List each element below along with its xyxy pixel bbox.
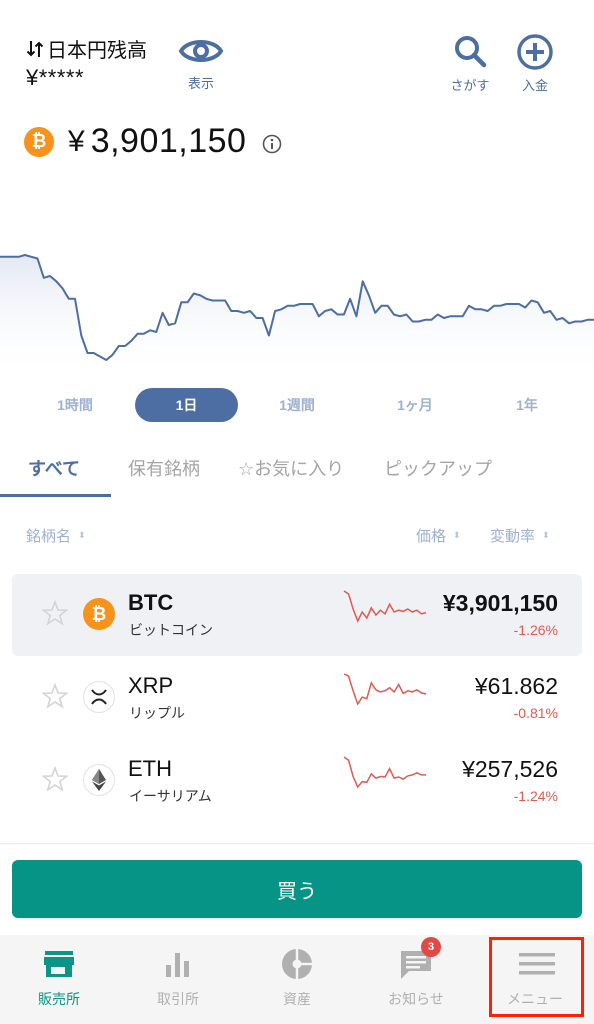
shop-icon (42, 947, 76, 981)
chart-area-fill (0, 255, 594, 380)
tab-favorites[interactable]: ☆お気に入り (238, 455, 344, 481)
nav-label: 販売所 (38, 991, 80, 1007)
asset-row-xrp[interactable]: XRP リップル ¥61.862 -0.81% (12, 657, 582, 739)
balance-label: 日本円残高 (47, 40, 147, 62)
balance-value: ¥***** (26, 65, 85, 90)
nav-label: メニュー (507, 991, 563, 1007)
column-name-label: 銘柄名 (26, 528, 72, 545)
column-price-label: 価格 (416, 528, 447, 545)
plus-circle-icon (517, 34, 553, 70)
bottom-navigation: 販売所 取引所 資産 3 お知らせ メニュー (0, 935, 594, 1024)
tab-pickup[interactable]: ピックアップ (384, 455, 492, 481)
asset-name: リップル (129, 705, 185, 721)
jpy-balance: 日本円残高 ¥***** (26, 34, 147, 91)
search-icon (455, 36, 487, 68)
sort-icon: ⬍ (453, 530, 461, 540)
xrp-icon (83, 681, 115, 713)
show-balance-button[interactable]: 表示 (178, 34, 224, 92)
ethereum-icon (83, 764, 115, 796)
asset-change: -1.26% (513, 622, 558, 638)
sparkline (343, 590, 427, 623)
bitcoin-icon: ₿ (24, 126, 54, 157)
nav-trading[interactable]: 取引所 (119, 935, 237, 1024)
sparkline-path (343, 673, 427, 706)
favorite-star-icon[interactable] (42, 600, 68, 626)
nav-label: お知らせ (388, 991, 444, 1007)
tab-all[interactable]: すべて (28, 455, 80, 481)
asset-price: ¥257,526 (462, 756, 558, 782)
nav-exchange-shop[interactable]: 販売所 (0, 935, 118, 1024)
menu-icon (518, 947, 555, 981)
asset-change: -0.81% (513, 705, 558, 721)
asset-row-btc[interactable]: ₿ BTC ビットコイン ¥3,901,150 -1.26% (12, 574, 582, 656)
asset-symbol: XRP (128, 673, 174, 698)
currency-symbol: ¥ (68, 124, 85, 158)
deposit-button[interactable]: 入金 (515, 34, 555, 94)
bitcoin-icon: ₿ (83, 598, 115, 630)
nav-label: 資産 (283, 991, 311, 1007)
asset-name: イーサリアム (129, 788, 212, 804)
sparkline-path (343, 590, 427, 623)
time-range-tabs: 1時間 1日 1週間 1ヶ月 1年 (0, 388, 594, 422)
sort-icon: ⬍ (78, 530, 86, 540)
sparkline (343, 673, 427, 706)
sparkline-path (343, 756, 426, 789)
message-icon: 3 (399, 937, 441, 981)
nav-assets[interactable]: 資産 (238, 935, 356, 1024)
range-tab-1h[interactable]: 1時間 (40, 388, 110, 422)
divider (0, 843, 594, 845)
asset-price: ¥3,901,150 (442, 590, 558, 616)
show-label: 表示 (187, 76, 214, 91)
nav-label: 取引所 (157, 991, 199, 1007)
notification-badge: 3 (421, 937, 441, 957)
search-button[interactable]: さがす (450, 34, 490, 94)
sort-icon: ⬍ (542, 530, 550, 540)
info-icon[interactable] (262, 134, 282, 154)
sort-by-change[interactable]: 変動率 ⬍ (490, 525, 550, 546)
buy-button[interactable]: 買う (12, 860, 582, 918)
price-chart[interactable] (0, 160, 594, 380)
tab-holdings[interactable]: 保有銘柄 (128, 455, 200, 481)
eye-icon (178, 40, 224, 62)
asset-name: ビットコイン (129, 622, 213, 638)
deposit-label: 入金 (521, 78, 548, 93)
current-price: 3,901,150 (90, 122, 247, 160)
asset-symbol: BTC (128, 590, 174, 615)
pie-chart-icon (280, 947, 314, 981)
category-tabs: すべて 保有銘柄 ☆お気に入り ピックアップ (0, 455, 594, 495)
range-tab-1m[interactable]: 1ヶ月 (380, 388, 450, 422)
range-tab-1y[interactable]: 1年 (492, 388, 562, 422)
favorite-star-icon[interactable] (42, 683, 68, 709)
bar-chart-icon (161, 947, 195, 981)
asset-price: ¥61.862 (474, 673, 558, 699)
active-tab-indicator (0, 494, 111, 497)
selected-asset-price: ₿ ¥ 3,901,150 (24, 122, 282, 161)
search-label: さがす (450, 78, 490, 93)
range-tab-1d[interactable]: 1日 (135, 388, 238, 422)
column-change-label: 変動率 (490, 528, 536, 545)
range-tab-1w[interactable]: 1週間 (262, 388, 332, 422)
sparkline (343, 756, 426, 789)
swap-icon[interactable] (26, 39, 44, 59)
asset-change: -1.24% (513, 788, 558, 804)
nav-notifications[interactable]: 3 お知らせ (357, 935, 475, 1024)
asset-row-eth[interactable]: ETH イーサリアム ¥257,526 -1.24% (12, 740, 582, 822)
favorite-star-icon[interactable] (42, 766, 68, 792)
asset-symbol: ETH (128, 756, 172, 781)
nav-menu[interactable]: メニュー (476, 935, 594, 1024)
sort-by-price[interactable]: 価格 ⬍ (416, 525, 461, 546)
sort-by-name[interactable]: 銘柄名 ⬍ (26, 525, 86, 546)
